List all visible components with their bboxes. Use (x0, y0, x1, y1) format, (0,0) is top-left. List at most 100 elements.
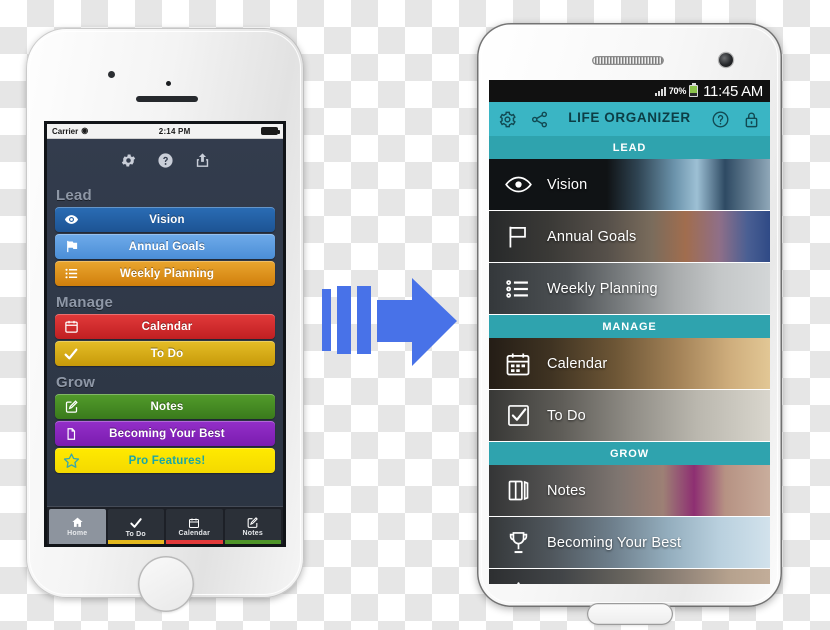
iphone-button-label: To Do (150, 347, 184, 360)
android-app-bar-wrapper: LIFE ORGANIZER (489, 102, 770, 136)
front-camera-icon (108, 71, 115, 78)
android-row-label: To Do (547, 407, 586, 424)
section-label-manage: Manage (56, 294, 114, 311)
iphone-clock: 2:14 PM (158, 126, 191, 136)
tab-underline (224, 540, 281, 544)
android-row-pro-features[interactable]: Pro Features! (489, 569, 770, 584)
battery-icon (689, 83, 699, 97)
section-buttons-lead: Vision Annual Goals Weekly Planning (47, 207, 283, 288)
flag-icon (489, 223, 547, 251)
android-row-to-do[interactable]: To Do (489, 390, 770, 442)
check-box-icon (489, 402, 547, 429)
android-section-lead: LEAD (489, 136, 770, 159)
help-icon[interactable] (157, 152, 174, 169)
iphone-tab-label: To Do (125, 530, 146, 538)
android-row-annual-goals[interactable]: Annual Goals (489, 211, 770, 263)
earpiece-speaker-icon (136, 96, 198, 102)
iphone-button-vision[interactable]: Vision (55, 207, 275, 232)
iphone-home-screen: Lead Vision Annual Goals Weekly Planning… (47, 139, 283, 544)
iphone-tab-label: Home (67, 530, 88, 537)
star-icon (489, 580, 547, 584)
android-device: 70% 11:45 AM LIFE ORGANIZER LEAD Vision … (477, 23, 782, 625)
iphone-button-to-do[interactable]: To Do (55, 341, 275, 366)
check-icon (55, 346, 87, 362)
tab-underline (107, 540, 164, 544)
android-row-notes[interactable]: Notes (489, 465, 770, 517)
iphone-button-weekly-planning[interactable]: Weekly Planning (55, 261, 275, 286)
eye-icon (55, 212, 87, 227)
android-home-button[interactable] (587, 603, 673, 625)
battery-percent-label: 70% (668, 86, 687, 96)
android-clock: 11:45 AM (703, 82, 763, 100)
carrier-label: Carrier (52, 126, 79, 136)
android-row-label: Weekly Planning (547, 280, 658, 297)
share-icon[interactable] (530, 110, 549, 129)
book-icon (55, 427, 87, 441)
list-icon (55, 266, 87, 281)
iphone-button-label: Weekly Planning (119, 267, 215, 280)
list-icon (489, 275, 547, 303)
iphone-tab-notes[interactable]: Notes (224, 509, 281, 544)
lock-icon[interactable] (742, 110, 761, 129)
transition-arrow (320, 278, 460, 370)
android-row-label: Calendar (547, 355, 608, 372)
trophy-icon (489, 529, 547, 556)
wifi-icon: ◉ (81, 126, 89, 135)
iphone-tab-label: Notes (242, 530, 263, 537)
iphone-button-label: Annual Goals (128, 240, 206, 253)
iphone-button-label: Vision (149, 213, 185, 226)
calendar-icon (55, 319, 87, 334)
battery-full-icon (261, 127, 280, 135)
android-app-bar (489, 102, 770, 136)
iphone-tab-to-do[interactable]: To Do (107, 509, 164, 544)
section-label-lead: Lead (56, 187, 92, 204)
android-row-vision[interactable]: Vision (489, 159, 770, 211)
android-row-becoming-your-best[interactable]: Becoming Your Best (489, 517, 770, 569)
flag-icon (55, 239, 87, 254)
tab-underline (49, 540, 106, 544)
note-edit-icon (246, 516, 259, 529)
iphone-button-label: Calendar (141, 320, 193, 333)
help-icon[interactable] (711, 110, 730, 129)
iphone-tab-home[interactable]: Home (49, 509, 106, 544)
calendar-icon (188, 517, 200, 529)
iphone-tab-label: Calendar (178, 529, 211, 537)
iphone-button-label: Pro Features! (128, 454, 206, 467)
iphone-home-button[interactable] (138, 556, 194, 612)
settings-icon[interactable] (120, 152, 137, 169)
signal-bars-icon (654, 86, 666, 96)
iphone-device: Carrier ◉ 2:14 PM Lead Vision Annual Goa… (26, 28, 304, 612)
note-edit-icon (55, 399, 87, 414)
share-icon[interactable] (194, 152, 211, 169)
iphone-button-label: Notes (150, 400, 184, 413)
android-section-manage: MANAGE (489, 315, 770, 338)
android-row-weekly-planning[interactable]: Weekly Planning (489, 263, 770, 315)
star-icon (55, 452, 87, 469)
home-icon (71, 516, 84, 529)
section-label-grow: Grow (56, 374, 96, 391)
android-section-grow: GROW (489, 442, 770, 465)
calendar-icon (489, 350, 547, 378)
iphone-toolbar (47, 139, 283, 181)
iphone-button-pro-features[interactable]: Pro Features! (55, 448, 275, 473)
android-row-label: Annual Goals (547, 228, 637, 245)
iphone-tab-calendar[interactable]: Calendar (166, 509, 223, 544)
iphone-button-label: Becoming Your Best (109, 427, 225, 440)
android-row-label: Vision (547, 176, 588, 193)
front-camera-icon (719, 53, 733, 67)
settings-icon[interactable] (498, 110, 517, 129)
iphone-status-bar: Carrier ◉ 2:14 PM (47, 124, 283, 139)
android-row-label: Notes (547, 482, 586, 499)
earpiece-speaker-icon (592, 56, 664, 65)
iphone-button-calendar[interactable]: Calendar (55, 314, 275, 339)
iphone-button-notes[interactable]: Notes (55, 394, 275, 419)
section-buttons-grow: Notes Becoming Your Best Pro Features! (47, 394, 283, 475)
tab-underline (166, 540, 223, 544)
notebook-icon (489, 477, 547, 504)
iphone-tab-bar: Home To Do Calendar Notes (47, 506, 283, 544)
android-row-label: Becoming Your Best (547, 534, 682, 551)
eye-icon (489, 170, 547, 199)
android-row-calendar[interactable]: Calendar (489, 338, 770, 390)
iphone-button-annual-goals[interactable]: Annual Goals (55, 234, 275, 259)
iphone-button-becoming-your-best[interactable]: Becoming Your Best (55, 421, 275, 446)
